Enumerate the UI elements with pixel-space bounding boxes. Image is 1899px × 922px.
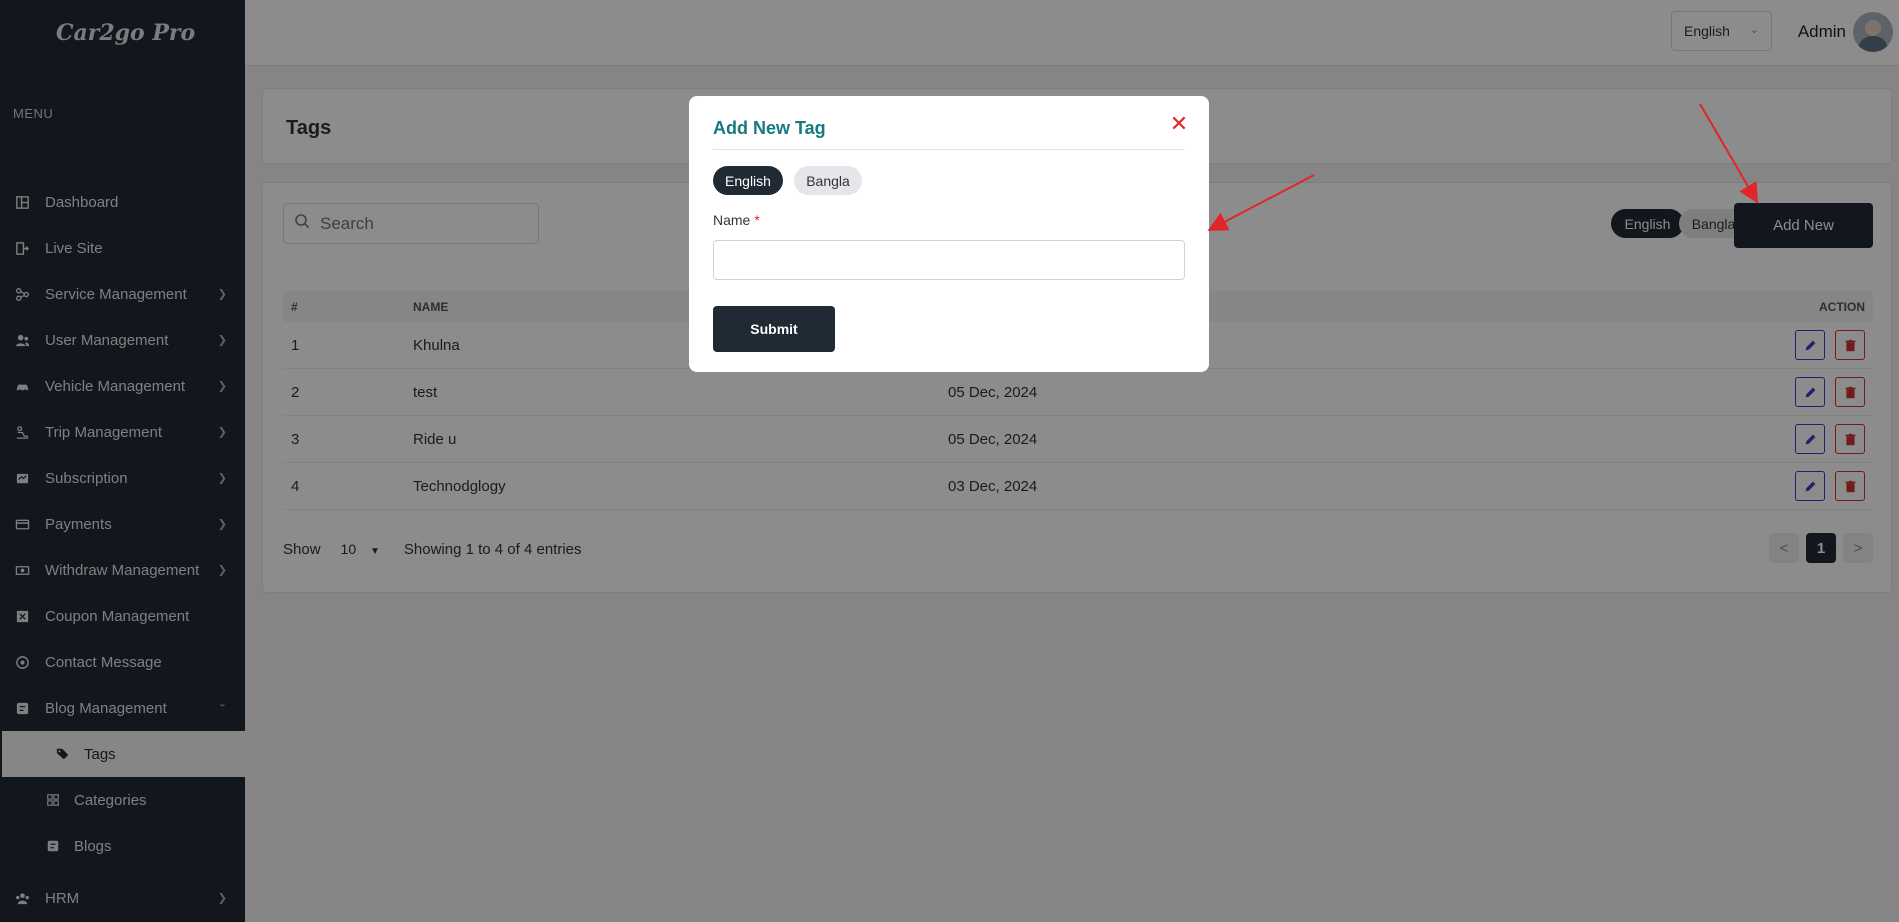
- required-mark: *: [754, 212, 760, 228]
- add-tag-modal: Add New Tag ✕ English Bangla Name * Submi…: [689, 96, 1209, 372]
- close-icon[interactable]: ✕: [1169, 113, 1189, 135]
- name-input[interactable]: [713, 240, 1185, 280]
- modal-lang-tab-english[interactable]: English: [713, 166, 783, 195]
- modal-divider: [713, 149, 1185, 150]
- name-label-text: Name: [713, 212, 751, 228]
- modal-lang-tab-bangla[interactable]: Bangla: [794, 166, 862, 195]
- submit-button[interactable]: Submit: [713, 306, 835, 352]
- name-field-label: Name *: [713, 212, 760, 228]
- modal-title: Add New Tag: [713, 118, 826, 138]
